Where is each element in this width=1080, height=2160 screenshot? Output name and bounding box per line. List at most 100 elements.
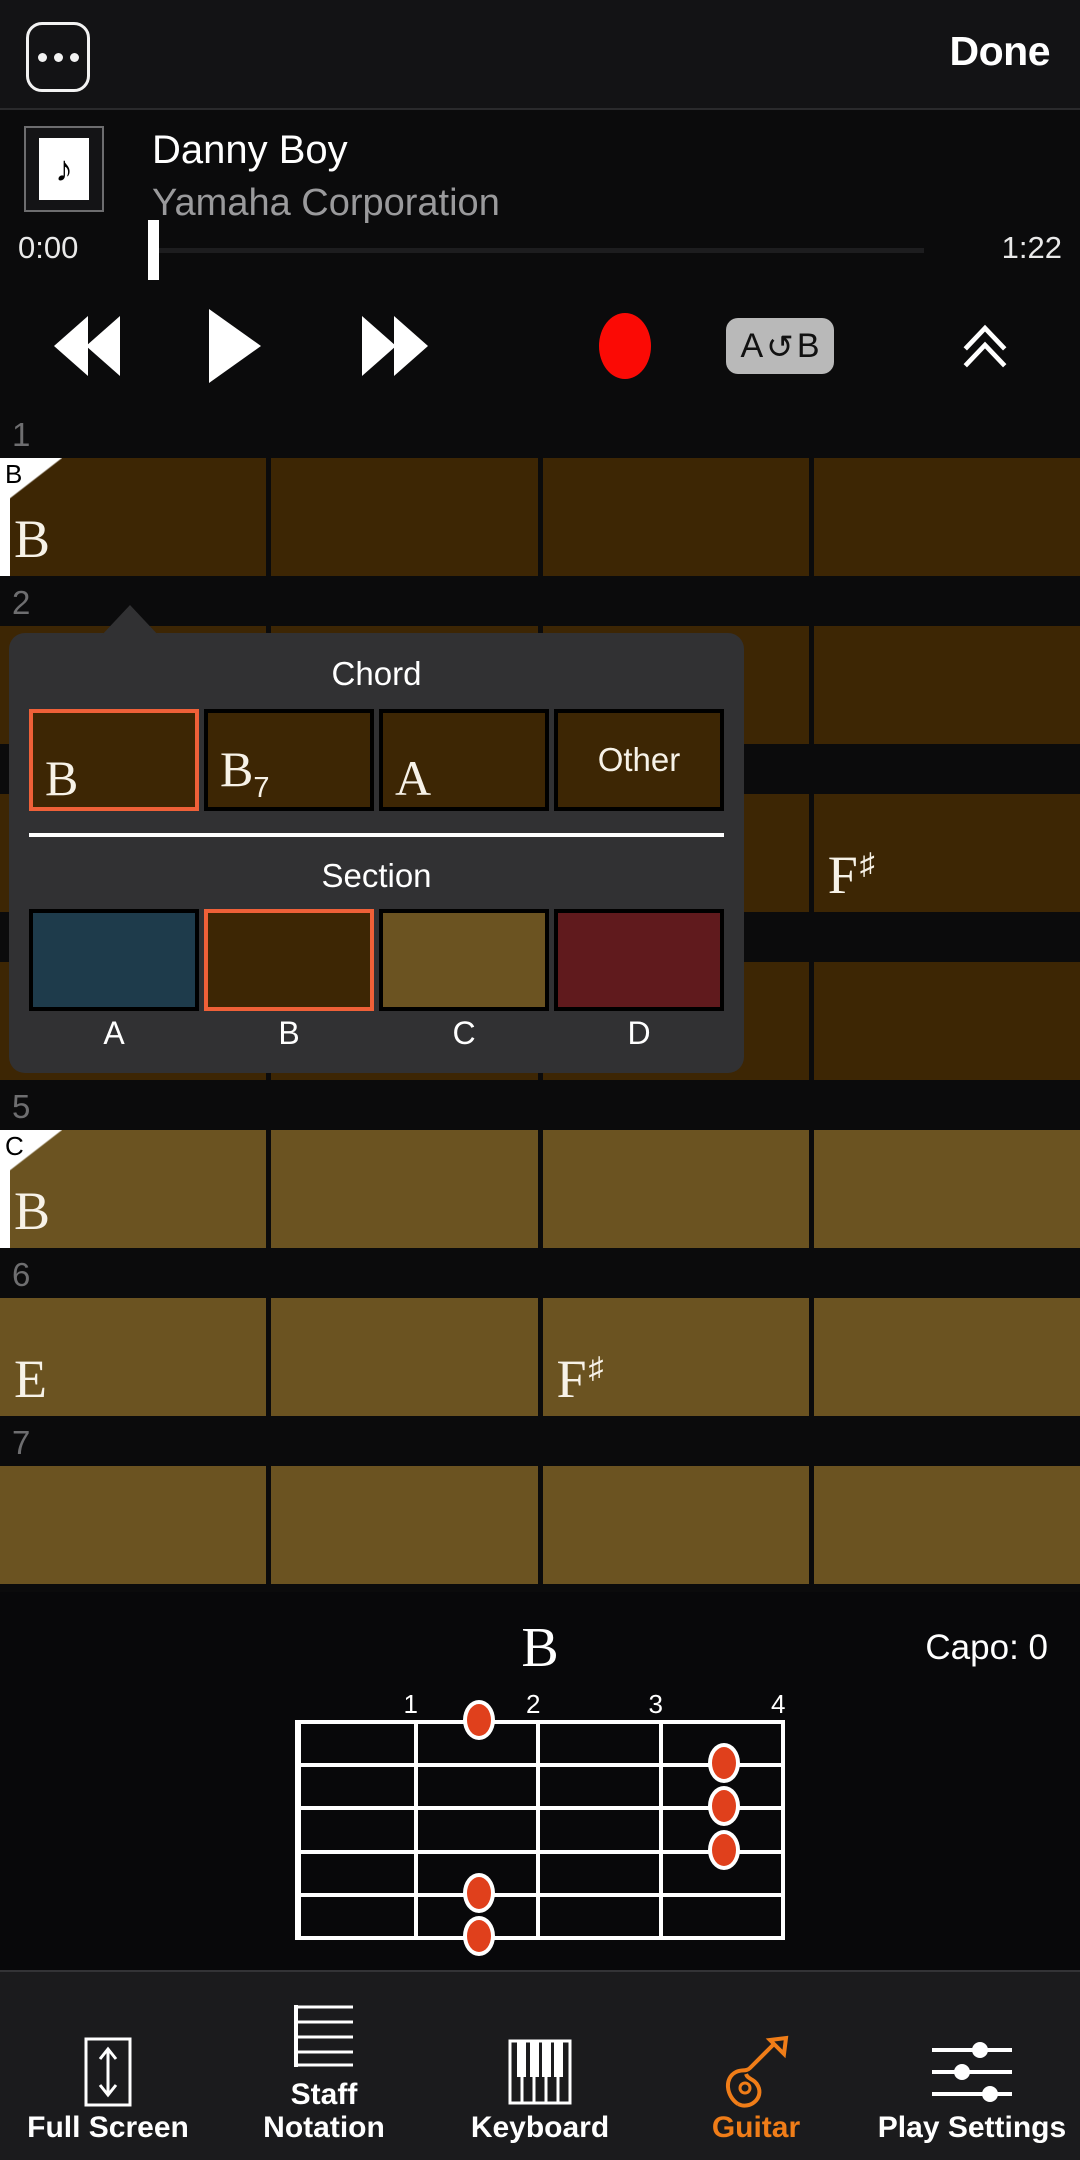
guitar-chord-name: B (521, 1617, 559, 1679)
section-marker: B (0, 458, 62, 506)
finger-dot (707, 1743, 740, 1784)
string-line (295, 1892, 785, 1897)
accidental-symbol: ♯ (588, 1352, 604, 1385)
play-icon (209, 309, 261, 383)
fret-line (781, 1720, 785, 1940)
bottom-toolbar: Full Screen Staff Notation Keyboard Guitar Pl… (0, 1970, 1080, 2160)
chord-cell[interactable] (0, 1466, 267, 1584)
fret-line (658, 1720, 663, 1940)
fretboard-diagram[interactable] (295, 1700, 785, 1956)
section-option-label: A (103, 1015, 125, 1051)
player-header: ♪ Danny Boy Yamaha Corporation 0:00 1:22 (0, 112, 1080, 280)
chord-cell[interactable] (542, 1466, 809, 1584)
section-section-title: Section (321, 857, 432, 894)
fret-number-row: 1 2 3 4 (295, 1688, 795, 1720)
section-option-label: C (452, 1015, 476, 1051)
chord-cell[interactable] (271, 1130, 538, 1248)
chord-option[interactable]: Other (554, 709, 724, 811)
tab-label: Staff Notation (263, 2078, 385, 2144)
track-artist: Yamaha Corporation (152, 182, 500, 224)
chord-cell[interactable] (813, 962, 1080, 1080)
chord-option-label: B (45, 750, 79, 806)
keyboard-icon (507, 2033, 573, 2111)
chord-section-popup: Chord B B7 A Other Section A B C D (9, 633, 744, 1073)
ellipsis-icon (53, 52, 63, 62)
measure-cells: CB (0, 1130, 1080, 1248)
album-art: ♪ (24, 126, 104, 212)
finger-dot (462, 1700, 495, 1740)
measure-cells (0, 1466, 1080, 1584)
chord-cell[interactable]: E (0, 1298, 267, 1416)
chord-cell[interactable] (813, 626, 1080, 744)
chord-cell[interactable]: CB (0, 1130, 267, 1248)
accidental-symbol: ♯ (859, 848, 875, 881)
section-option-label: B (278, 1015, 300, 1051)
chord-option[interactable]: B (29, 709, 199, 811)
tab-full-screen[interactable]: Full Screen (0, 1972, 216, 2160)
chord-cell[interactable]: F♯ (542, 1298, 809, 1416)
section-option[interactable] (29, 909, 199, 1011)
tab-label: Keyboard (470, 2111, 610, 2144)
chord-cell[interactable] (271, 1466, 538, 1584)
ellipsis-icon (69, 52, 79, 62)
tab-guitar[interactable]: Guitar (648, 1972, 864, 2160)
chord-quality-suffix: 7 (253, 772, 270, 804)
tab-play-settings[interactable]: Play Settings (864, 1972, 1080, 2160)
seek-bar[interactable] (152, 248, 924, 253)
chord-cell[interactable] (813, 458, 1080, 576)
tab-label: Full Screen (27, 2111, 189, 2144)
measure-number: 2 (12, 584, 31, 621)
section-option[interactable] (204, 909, 374, 1011)
chord-cell[interactable] (542, 458, 809, 576)
done-button[interactable]: Done (950, 28, 1051, 75)
ab-loop-b: B (796, 326, 820, 365)
measure-cells: BB (0, 458, 1080, 576)
chord-cell[interactable] (813, 1130, 1080, 1248)
chord-option-label: B7 (220, 741, 270, 804)
chord-cell[interactable] (542, 1130, 809, 1248)
guitar-icon (718, 2033, 794, 2111)
nut (295, 1720, 301, 1940)
play-button[interactable] (180, 282, 290, 410)
ab-loop-a: A (740, 326, 764, 365)
chord-label: F♯ (827, 845, 875, 905)
chord-cell[interactable]: BB (0, 458, 267, 576)
capo-label: Capo: 0 (925, 1628, 1048, 1667)
transport-controls: A ↺ B (0, 282, 1080, 410)
total-time: 1:22 (1001, 230, 1062, 265)
more-options-button[interactable] (26, 22, 90, 92)
fast-forward-button[interactable] (330, 282, 460, 410)
tab-staff-notation[interactable]: Staff Notation (216, 1972, 432, 2160)
finger-dot (707, 1829, 740, 1870)
finger-dot (462, 1916, 495, 1956)
seek-handle[interactable] (148, 220, 159, 280)
chord-option[interactable]: B7 (204, 709, 374, 811)
fret-number: 1 (403, 1689, 418, 1719)
guitar-chord-panel: B Capo: 0 1 2 3 4 (0, 1592, 1080, 1970)
current-time: 0:00 (18, 230, 79, 265)
full-screen-icon (80, 2033, 136, 2111)
section-option[interactable] (554, 909, 724, 1011)
ab-loop-button[interactable]: A ↺ B (705, 282, 855, 410)
fret-number: 4 (771, 1689, 786, 1719)
fret-number: 3 (648, 1689, 663, 1719)
chord-section-title: Chord (331, 655, 422, 692)
collapse-button[interactable] (915, 282, 1055, 410)
ab-loop-icon: A ↺ B (726, 318, 834, 374)
staff-notation-icon (289, 2000, 359, 2078)
chord-cell[interactable] (813, 1298, 1080, 1416)
track-title: Danny Boy (152, 128, 348, 172)
chord-cell[interactable] (271, 1298, 538, 1416)
section-option[interactable] (379, 909, 549, 1011)
measure-number: 7 (12, 1424, 31, 1461)
section-marker: C (0, 1130, 62, 1178)
tab-keyboard[interactable]: Keyboard (432, 1972, 648, 2160)
rewind-button[interactable] (22, 282, 152, 410)
chord-cell[interactable]: F♯ (813, 794, 1080, 912)
fast-forward-icon (394, 316, 428, 376)
chord-cell[interactable] (271, 458, 538, 576)
measure-number: 1 (12, 416, 31, 453)
record-button[interactable] (570, 282, 680, 410)
chord-option[interactable]: A (379, 709, 549, 811)
chord-cell[interactable] (813, 1466, 1080, 1584)
